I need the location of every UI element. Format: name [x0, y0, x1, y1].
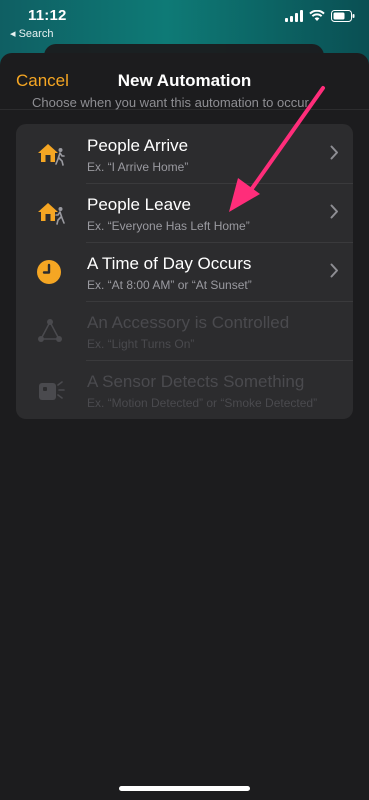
option-subtitle: Ex. “I Arrive Home” [87, 160, 189, 174]
option-subtitle: Ex. “At 8:00 AM” or “At Sunset” [87, 278, 252, 292]
clock-icon [37, 260, 61, 284]
option-subtitle: Ex. “Motion Detected” or “Smoke Detected… [87, 396, 318, 410]
option-sensor-detects: A Sensor Detects Something Ex. “Motion D… [16, 360, 353, 419]
accessory-icon [38, 319, 62, 342]
option-title: A Time of Day Occurs [87, 254, 252, 273]
back-to-search-link[interactable]: ◂ Search [10, 27, 53, 40]
home-indicator[interactable] [119, 786, 250, 791]
option-time-of-day[interactable]: A Time of Day Occurs Ex. “At 8:00 AM” or… [16, 242, 353, 301]
cellular-signal-icon [285, 10, 303, 22]
status-icons [285, 10, 355, 22]
battery-icon [331, 10, 355, 22]
status-time: 11:12 [28, 7, 67, 24]
option-title: An Accessory is Controlled [87, 313, 290, 332]
option-title: A Sensor Detects Something [87, 372, 305, 391]
option-title: People Arrive [87, 136, 189, 155]
option-accessory-controlled: An Accessory is Controlled Ex. “Light Tu… [16, 301, 353, 360]
option-title: People Leave [87, 195, 191, 214]
chevron-right-icon [330, 263, 338, 278]
person-leave-home-icon [38, 203, 65, 225]
sensor-icon [39, 381, 65, 400]
chevron-right-icon [330, 204, 338, 219]
option-people-leave[interactable]: People Leave Ex. “Everyone Has Left Home… [16, 183, 353, 242]
person-arrive-home-icon [38, 144, 65, 166]
status-bar: 11:12 ◂ Search [0, 0, 369, 44]
instruction-text: Choose when you want this automation to … [32, 95, 312, 110]
option-people-arrive[interactable]: People Arrive Ex. “I Arrive Home” [16, 124, 353, 183]
chevron-right-icon [330, 145, 338, 160]
wifi-icon [309, 10, 325, 21]
trigger-options-list: People Arrive Ex. “I Arrive Home” People… [16, 124, 353, 419]
option-subtitle: Ex. “Everyone Has Left Home” [87, 219, 250, 233]
option-subtitle: Ex. “Light Turns On” [87, 337, 195, 351]
page-title: New Automation [117, 71, 252, 90]
